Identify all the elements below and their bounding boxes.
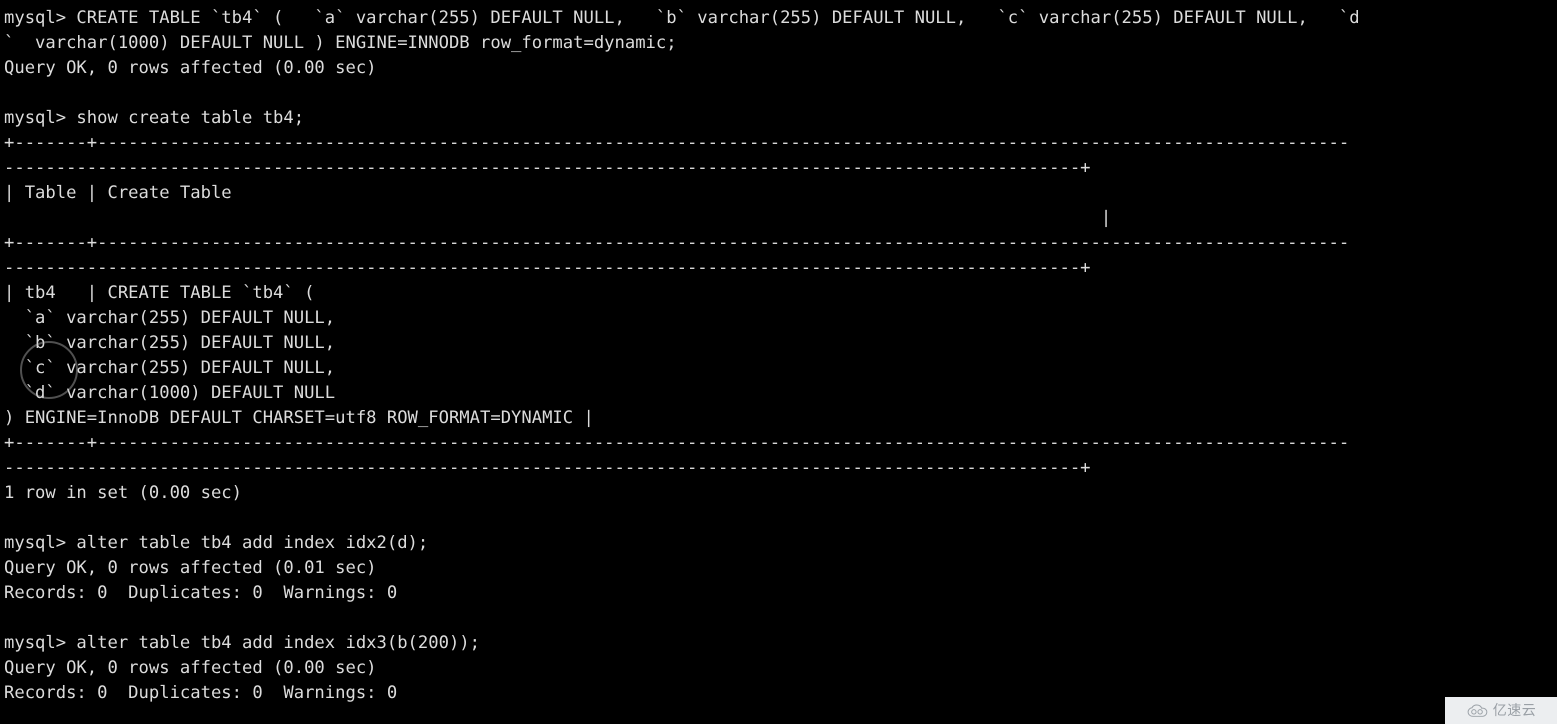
terminal-line: mysql> show create table tb4; — [4, 108, 305, 128]
terminal-line: +-------+-------------------------------… — [4, 433, 1350, 453]
site-watermark: 亿速云 — [1445, 697, 1557, 724]
cloud-icon — [1467, 704, 1488, 717]
terminal-line: ` varchar(1000) DEFAULT NULL ) ENGINE=IN… — [4, 33, 677, 53]
terminal-line: ----------------------------------------… — [4, 158, 1091, 178]
terminal-line: ----------------------------------------… — [4, 258, 1091, 278]
terminal-line: mysql> CREATE TABLE `tb4` ( `a` varchar(… — [4, 8, 1360, 28]
watermark-text: 亿速云 — [1492, 702, 1537, 719]
terminal-line: | tb4 | CREATE TABLE `tb4` ( — [4, 283, 315, 303]
terminal-line: `a` varchar(255) DEFAULT NULL, — [4, 308, 336, 328]
terminal-line: | — [4, 208, 1112, 228]
terminal-line: `c` varchar(255) DEFAULT NULL, — [4, 358, 336, 378]
terminal-line: +-------+-------------------------------… — [4, 233, 1350, 253]
terminal-line: ----------------------------------------… — [4, 458, 1091, 478]
terminal-output: mysql> CREATE TABLE `tb4` ( `a` varchar(… — [4, 6, 1557, 706]
terminal-line: 1 row in set (0.00 sec) — [4, 483, 242, 503]
terminal-line: Query OK, 0 rows affected (0.00 sec) — [4, 58, 377, 78]
terminal-line: | Table | Create Table — [4, 183, 232, 203]
terminal-line: ) ENGINE=InnoDB DEFAULT CHARSET=utf8 ROW… — [4, 408, 594, 428]
terminal-line: `b` varchar(255) DEFAULT NULL, — [4, 333, 336, 353]
terminal-line: mysql> alter table tb4 add index idx3(b(… — [4, 633, 480, 653]
terminal-line: +-------+-------------------------------… — [4, 133, 1350, 153]
terminal-line: Query OK, 0 rows affected (0.01 sec) — [4, 558, 377, 578]
terminal-line: Query OK, 0 rows affected (0.00 sec) — [4, 658, 377, 678]
terminal-line: `d` varchar(1000) DEFAULT NULL — [4, 383, 336, 403]
terminal-line: Records: 0 Duplicates: 0 Warnings: 0 — [4, 683, 398, 703]
terminal-line: mysql> alter table tb4 add index idx2(d)… — [4, 533, 429, 553]
terminal-line: Records: 0 Duplicates: 0 Warnings: 0 — [4, 583, 398, 603]
terminal-window[interactable]: mysql> CREATE TABLE `tb4` ( `a` varchar(… — [0, 0, 1557, 724]
